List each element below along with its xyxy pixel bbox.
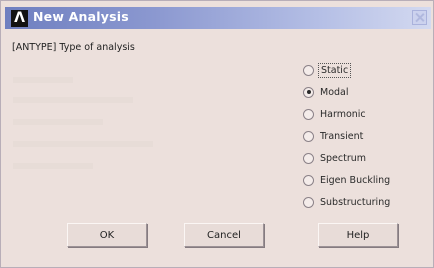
radio-button[interactable] xyxy=(303,152,314,164)
background-artifact xyxy=(13,97,133,103)
radio-label: Harmonic xyxy=(320,108,366,120)
radio-label: Eigen Buckling xyxy=(320,174,391,186)
title-bar[interactable]: Λ New Analysis xyxy=(5,7,431,29)
radio-label: Substructuring xyxy=(320,196,391,208)
radio-label: Modal xyxy=(320,86,349,98)
radio-option-spectrum[interactable]: Spectrum xyxy=(303,147,413,169)
radio-option-harmonic[interactable]: Harmonic xyxy=(303,103,413,125)
background-artifact xyxy=(13,77,73,83)
help-button[interactable]: Help xyxy=(318,223,398,247)
new-analysis-dialog: Λ New Analysis [ANTYPE] Type of analysis… xyxy=(0,0,434,268)
cancel-button[interactable]: Cancel xyxy=(184,223,264,247)
background-artifact xyxy=(13,141,153,147)
radio-option-transient[interactable]: Transient xyxy=(303,125,413,147)
dialog-title: New Analysis xyxy=(33,9,129,24)
radio-option-static[interactable]: Static xyxy=(303,59,413,81)
radio-button[interactable] xyxy=(303,196,314,208)
radio-button[interactable] xyxy=(303,64,314,76)
radio-option-modal[interactable]: Modal xyxy=(303,81,413,103)
radio-label: Spectrum xyxy=(320,152,367,164)
background-artifact xyxy=(13,119,103,125)
radio-label: Static xyxy=(317,62,352,78)
radio-button[interactable] xyxy=(303,174,314,186)
close-icon[interactable] xyxy=(412,10,427,25)
background-artifact xyxy=(13,163,93,169)
radio-button[interactable] xyxy=(303,108,314,120)
radio-option-substructuring[interactable]: Substructuring xyxy=(303,191,413,213)
radio-label: Transient xyxy=(320,130,364,142)
ansys-logo-icon: Λ xyxy=(11,10,28,27)
analysis-type-heading: [ANTYPE] Type of analysis xyxy=(12,42,135,53)
radio-option-eigen-buckling[interactable]: Eigen Buckling xyxy=(303,169,413,191)
radio-button[interactable] xyxy=(303,130,314,142)
ok-button[interactable]: OK xyxy=(67,223,147,247)
radio-button-selected[interactable] xyxy=(303,86,314,98)
analysis-type-radio-group: Static Modal Harmonic Transient Spectrum… xyxy=(303,59,413,213)
